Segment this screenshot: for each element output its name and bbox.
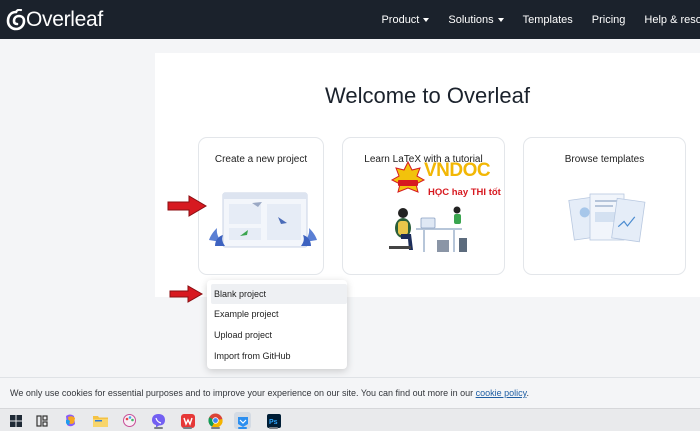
task-view-icon[interactable]: [33, 412, 50, 429]
cookie-banner: We only use cookies for essential purpos…: [0, 377, 700, 408]
svg-text:Ps: Ps: [269, 419, 278, 426]
nav-templates[interactable]: Templates: [523, 14, 573, 26]
blank-project-item[interactable]: Blank project: [211, 284, 347, 304]
photoshop-icon[interactable]: Ps: [265, 412, 282, 429]
create-project-illustration: [209, 192, 317, 248]
new-project-dropdown: Blank project Example project Upload pro…: [207, 280, 347, 369]
nav-templates-label: Templates: [522, 13, 573, 26]
cookie-message: We only use cookies for essential purpos…: [10, 388, 529, 398]
windows-taskbar: Ps: [0, 408, 700, 431]
page-title: Welcome to Overleaf: [324, 83, 530, 108]
overleaf-leaf-icon: [6, 9, 26, 31]
browse-templates-card[interactable]: Browse templates: [523, 137, 686, 275]
upload-project-item[interactable]: Upload project: [207, 325, 347, 345]
chevron-down-icon: [497, 17, 504, 22]
chrome-icon[interactable]: [207, 412, 224, 429]
nav-help-label: Help & resou: [644, 13, 700, 26]
wps-office-icon[interactable]: [179, 412, 196, 429]
vndoc-brand: VNDOC: [424, 160, 491, 181]
nav-help[interactable]: Help & resou: [644, 14, 700, 26]
viber-icon[interactable]: [150, 412, 167, 429]
learn-latex-illustration: [389, 206, 467, 252]
nav-product-label: Product: [381, 13, 420, 26]
create-project-card[interactable]: Create a new project: [198, 137, 324, 275]
vndoc-watermark: VNDOC HỌC hay THI tốt: [388, 160, 508, 200]
card-title: Create a new project: [214, 154, 308, 165]
windows-start-icon[interactable]: [7, 412, 24, 429]
nav-product[interactable]: Product: [381, 13, 430, 26]
card-title: Browse templates: [564, 154, 645, 165]
nav-menu: Product Solutions Templates Pricing Help…: [381, 0, 700, 39]
cookie-suffix: .: [526, 388, 529, 398]
paint-icon[interactable]: [121, 412, 138, 429]
nav-solutions-label: Solutions: [448, 13, 494, 26]
red-arrow-icon: [169, 285, 203, 303]
overleaf-logo[interactable]: Overleaf: [6, 7, 103, 33]
cookie-policy-link[interactable]: cookie policy: [476, 388, 527, 398]
nav-solutions[interactable]: Solutions: [448, 13, 504, 26]
example-project-item[interactable]: Example project: [207, 304, 347, 324]
templates-illustration: [568, 193, 646, 243]
nav-pricing[interactable]: Pricing: [592, 14, 626, 26]
edge-icon[interactable]: [234, 412, 251, 429]
cookie-text: We only use cookies for essential purpos…: [10, 388, 476, 398]
top-navbar: Overleaf Product Solutions Templates Pri…: [0, 0, 700, 39]
import-github-item[interactable]: Import from GitHub: [207, 346, 347, 366]
vndoc-seal-icon: [390, 160, 426, 193]
red-arrow-icon: [167, 195, 207, 217]
nav-pricing-label: Pricing: [591, 13, 626, 26]
vndoc-tagline: HỌC hay THI tốt: [428, 187, 501, 198]
chevron-down-icon: [423, 17, 430, 22]
file-explorer-icon[interactable]: [92, 412, 109, 429]
logo-text: Overleaf: [26, 8, 103, 31]
copilot-icon[interactable]: [62, 412, 79, 429]
learn-latex-card[interactable]: Learn LaTeX with a tutorial: [342, 137, 505, 275]
